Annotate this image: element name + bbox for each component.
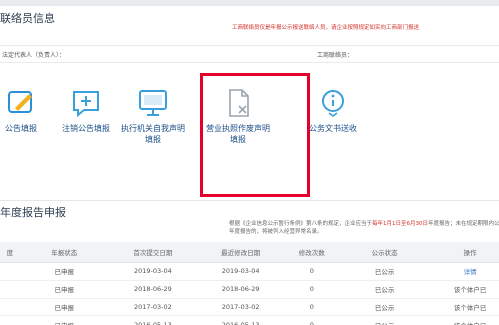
table-row: 已申报 2017-03-02 2017-03-02 0 已公示 该个体户已 bbox=[0, 298, 499, 317]
table-row: 已申报 2018-06-29 2018-06-29 0 已公示 该个体户已 bbox=[0, 280, 499, 299]
cell-first-submit: 2016-05-13 bbox=[108, 315, 197, 325]
cell-year bbox=[0, 262, 20, 281]
action-label: 注销公告填报 bbox=[62, 124, 110, 133]
cell-year bbox=[0, 298, 20, 317]
liaison-notice: 工商联络员仅是年报公示报送联络人员，请企业按照规定如实向工商部门报送 bbox=[232, 25, 420, 31]
contact-info-row: 法定代表人（负责人）： 工商联络员： bbox=[0, 45, 499, 63]
table-row: 已申报 2016-05-13 2016-05-13 0 已公示 该个体户已 bbox=[0, 315, 499, 325]
action-self-statement[interactable]: 执行机关自我声明填报 bbox=[120, 84, 186, 150]
highlight-box bbox=[200, 73, 310, 197]
col-year: 度 bbox=[0, 242, 20, 263]
cell-publish-status: 已公示 bbox=[339, 298, 431, 317]
col-operation: 操作 bbox=[430, 242, 499, 263]
cell-year bbox=[0, 280, 20, 299]
cell-last-modified: 2019-03-04 bbox=[196, 262, 285, 281]
cell-publish-status: 已公示 bbox=[339, 280, 431, 299]
law-note: 根据《企业信息公示暂行条例》第八条的规定，企业应当于每年1月1日至6月30日年度… bbox=[229, 220, 499, 236]
law-note-prefix: 根据《企业信息公示暂行条例》第八条的规定，企业应当于 bbox=[229, 221, 373, 227]
top-strip bbox=[0, 0, 499, 6]
action-announcement[interactable]: 公告填报 bbox=[0, 84, 54, 150]
info-icon bbox=[322, 90, 344, 117]
monitor-icon bbox=[139, 90, 167, 116]
divider bbox=[0, 200, 499, 201]
col-publish-status: 公示状态 bbox=[339, 242, 431, 263]
cell-modify-count: 0 bbox=[284, 280, 340, 299]
edit-icon bbox=[8, 91, 32, 113]
cell-modify-count: 0 bbox=[284, 262, 340, 281]
table-row: 已申报 2019-03-04 2019-03-04 0 已公示 详情 bbox=[0, 262, 499, 281]
annual-report-section-title: 年度报告申报 bbox=[0, 206, 66, 219]
col-last-modified: 最近修改日期 bbox=[196, 242, 285, 263]
cell-operation: 该个体户已 bbox=[430, 298, 499, 317]
cell-year bbox=[0, 315, 20, 325]
cell-first-submit: 2019-03-04 bbox=[108, 262, 197, 281]
cell-operation: 该个体户已 bbox=[430, 280, 499, 299]
legal-rep-label: 法定代表人（负责人）： bbox=[2, 52, 66, 59]
action-label: 公告填报 bbox=[5, 124, 37, 133]
cell-status: 已申报 bbox=[19, 315, 109, 325]
cell-modify-count: 0 bbox=[284, 315, 340, 325]
action-cancel-notice[interactable]: 注销公告填报 bbox=[53, 84, 119, 150]
cell-publish-status: 已公示 bbox=[339, 315, 431, 325]
action-label: 执行机关自我声明填报 bbox=[121, 124, 185, 144]
table-header-row: 度 年报状态 首次提交日期 最近修改日期 修改次数 公示状态 操作 bbox=[0, 242, 499, 263]
page: 联络员信息 工商联络员仅是年报公示报送联络人员，请企业按照规定如实向工商部门报送… bbox=[0, 0, 499, 325]
contact-section-title: 联络员信息 bbox=[0, 12, 55, 25]
cell-status: 已申报 bbox=[19, 280, 109, 299]
cell-modify-count: 0 bbox=[284, 298, 340, 317]
cell-status: 已申报 bbox=[19, 298, 109, 317]
cell-status: 已申报 bbox=[19, 262, 109, 281]
liaison-label: 工商联络员： bbox=[317, 52, 354, 59]
col-first-submit: 首次提交日期 bbox=[108, 242, 197, 263]
annual-report-table: 度 年报状态 首次提交日期 最近修改日期 修改次数 公示状态 操作 已申报 20… bbox=[0, 242, 499, 325]
col-modify-count: 修改次数 bbox=[284, 242, 340, 263]
cancel-notice-icon bbox=[73, 91, 99, 118]
cell-operation: 该个体户已 bbox=[430, 315, 499, 325]
cell-first-submit: 2018-06-29 bbox=[108, 280, 197, 299]
cell-publish-status: 已公示 bbox=[339, 262, 431, 281]
col-status: 年报状态 bbox=[19, 242, 109, 263]
cell-last-modified: 2017-03-02 bbox=[196, 298, 285, 317]
cell-last-modified: 2018-06-29 bbox=[196, 280, 285, 299]
law-note-deadline: 每年1月1日至6月30日 bbox=[372, 221, 429, 227]
cell-last-modified: 2016-05-13 bbox=[196, 315, 285, 325]
cell-first-submit: 2017-03-02 bbox=[108, 298, 197, 317]
detail-link[interactable]: 详情 bbox=[430, 262, 499, 281]
